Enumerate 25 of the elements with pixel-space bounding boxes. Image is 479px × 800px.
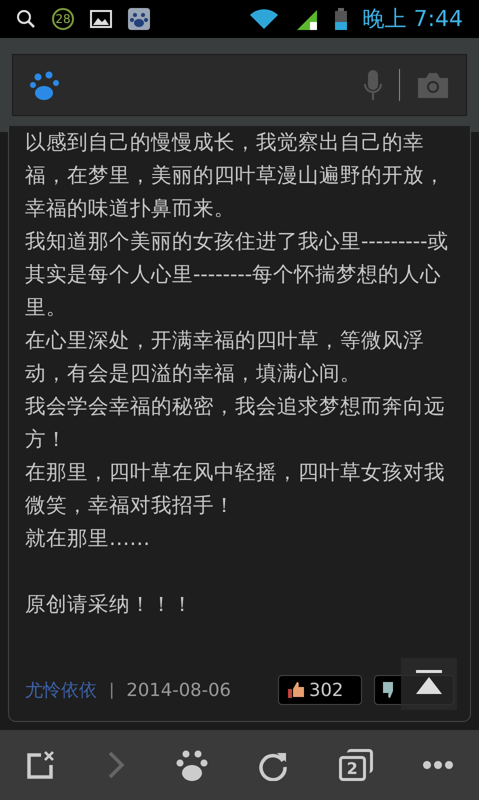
signal-icon (294, 8, 319, 30)
thumbs-down-icon (383, 682, 393, 698)
thumbs-up-icon (287, 681, 305, 699)
clock: 晚上 7:44 (362, 6, 463, 34)
answer-text: 我知道那个美丽的女孩住进了我心里---------或其实是每个人心里--------每个怀揣梦想的人心里。 (25, 228, 450, 321)
answer-text: 在那里，四叶草在风中轻摇，四叶草女孩对我微笑，幸福对我招手！ (25, 459, 446, 519)
answer-text: 就在那里…… (25, 525, 151, 552)
separator: | (109, 679, 114, 701)
search-icon (16, 9, 36, 29)
answer-date: 2014-08-06 (126, 678, 231, 702)
answer-text: 在心里深处，开满幸福的四叶草，等微风浮动，有会是四溢的幸福，填满心间。 (25, 327, 425, 387)
image-icon (90, 10, 112, 28)
paw-home-icon[interactable] (176, 748, 208, 782)
close-tab-icon[interactable] (24, 749, 57, 781)
battery-icon (334, 8, 347, 30)
scroll-to-top-button[interactable] (401, 658, 457, 710)
answer-text: 我会学会幸福的秘密，我会追求梦想而奔向远方！ (25, 393, 446, 453)
paw-logo-icon (29, 69, 61, 101)
wifi-icon (248, 8, 279, 30)
notification-count: 28 (52, 8, 74, 30)
answer-text: 原创请采纳！！！ (25, 591, 194, 618)
paw-app-icon (128, 8, 150, 30)
more-icon[interactable] (422, 760, 454, 770)
answer-text: 以感到自己的慢慢成长，我觉察出自己的幸福，在梦里，美丽的四叶草漫山遍野的开放，幸福的味道扑鼻而来。 (25, 129, 446, 222)
like-button[interactable]: 302 (278, 675, 362, 705)
